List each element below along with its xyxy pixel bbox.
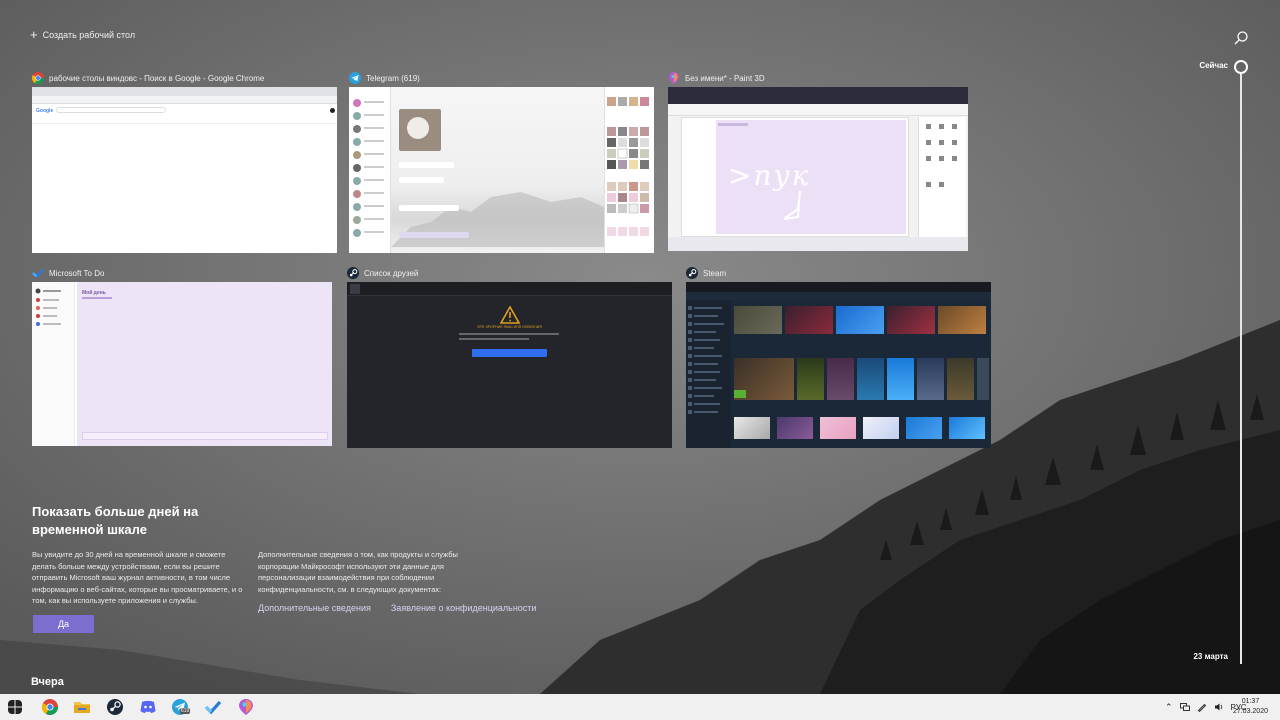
todo-icon — [32, 269, 44, 279]
clock-date: 27.03.2020 — [1232, 708, 1268, 715]
chrome-icon[interactable] — [40, 697, 60, 717]
window-title: Steam — [703, 268, 727, 278]
window-card-chrome[interactable]: рабочие столы виндовс - Поиск в Google -… — [32, 71, 337, 253]
reconnect-button — [472, 349, 547, 357]
timeline-handle[interactable] — [1234, 60, 1248, 74]
steam-icon — [347, 267, 359, 279]
window-thumbnail: >пук — [668, 87, 968, 251]
google-logo: Google — [36, 108, 54, 114]
todo-icon[interactable] — [203, 697, 223, 717]
new-desktop-label: Создать рабочий стол — [42, 30, 136, 40]
window-card-friends[interactable]: Список друзей ОТЕ ЭРОРНИЕ ЯКАЬ ИПЯ ИСЕКО… — [347, 266, 672, 448]
privacy-info-text: Дополнительные сведения о том, как проду… — [258, 550, 458, 594]
window-title: Telegram (619) — [366, 73, 420, 83]
taskbar-clock[interactable]: 01:37 27.03.2020 — [1233, 697, 1268, 717]
window-thumbnail — [349, 87, 654, 253]
timeline-prompt-text: Вы увидите до 30 дней на временной шкале… — [32, 550, 243, 605]
timeline-scrollbar[interactable] — [1240, 74, 1242, 664]
todo-list-title: Мой день — [82, 290, 106, 296]
window-thumbnail: ОТЕ ЭРОРНИЕ ЯКАЬ ИПЯ ИСЕКОНИЯ — [347, 282, 672, 448]
friends-error-text: ОТЕ ЭРОРНИЕ ЯКАЬ ИПЯ ИСЕКОНИЯ — [477, 325, 542, 329]
window-thumbnail: Google — [32, 87, 337, 253]
steam-icon[interactable] — [105, 697, 125, 717]
timeline-now-label: Сейчас — [1199, 61, 1228, 70]
clock-time: 01:37 — [1241, 698, 1260, 705]
steam-icon — [686, 267, 698, 279]
chrome-icon — [32, 72, 44, 84]
discord-icon[interactable] — [138, 697, 158, 717]
file-explorer-icon[interactable] — [72, 697, 92, 717]
paint-canvas-text: >пук — [728, 159, 811, 192]
paint3d-icon[interactable] — [236, 697, 256, 717]
window-title: Microsoft To Do — [49, 268, 105, 278]
section-heading-yesterday: Вчера — [31, 676, 64, 688]
timeline-date-label[interactable]: 23 марта — [1170, 652, 1228, 661]
telegram-icon[interactable] — [170, 697, 190, 717]
plus-icon: + — [30, 27, 38, 42]
timeline-prompt-title: Показать больше дней на временной шкале — [32, 504, 199, 537]
warning-icon — [500, 306, 520, 324]
paint3d-icon — [669, 72, 679, 84]
window-title: Список друзей — [364, 268, 419, 278]
telegram-badge: 619 — [180, 708, 191, 714]
windows-start-icon[interactable] — [8, 700, 22, 714]
prompt-links: Дополнительные сведения Заявление о конф… — [258, 603, 536, 613]
privacy-statement-link[interactable]: Заявление о конфиденциальности — [391, 603, 537, 613]
network-icon[interactable] — [1179, 702, 1190, 712]
window-card-todo[interactable]: Microsoft To Do Мой день — [32, 266, 332, 448]
pen-icon[interactable] — [1197, 702, 1207, 712]
window-card-telegram[interactable]: Telegram (619) — [349, 71, 654, 253]
window-title: Без имени* - Paint 3D — [685, 73, 765, 83]
yes-button[interactable]: Да — [33, 615, 94, 633]
window-thumbnail: Мой день — [32, 282, 332, 446]
window-card-paint3d[interactable]: Без имени* - Paint 3D >пук — [668, 71, 968, 251]
new-desktop-button[interactable]: + Создать рабочий стол — [30, 27, 136, 42]
telegram-icon — [349, 72, 361, 84]
window-title: рабочие столы виндовс - Поиск в Google -… — [49, 73, 265, 83]
volume-icon[interactable] — [1214, 702, 1224, 712]
window-card-steam[interactable]: Steam — [686, 266, 991, 448]
chevron-up-icon[interactable]: ⌃ — [1165, 702, 1173, 713]
search-icon[interactable] — [1233, 30, 1249, 46]
more-info-link[interactable]: Дополнительные сведения — [258, 603, 371, 613]
window-thumbnail — [686, 282, 991, 448]
taskbar: 619 ⌃ РУС 01:37 27.03.2020 — [0, 694, 1280, 720]
